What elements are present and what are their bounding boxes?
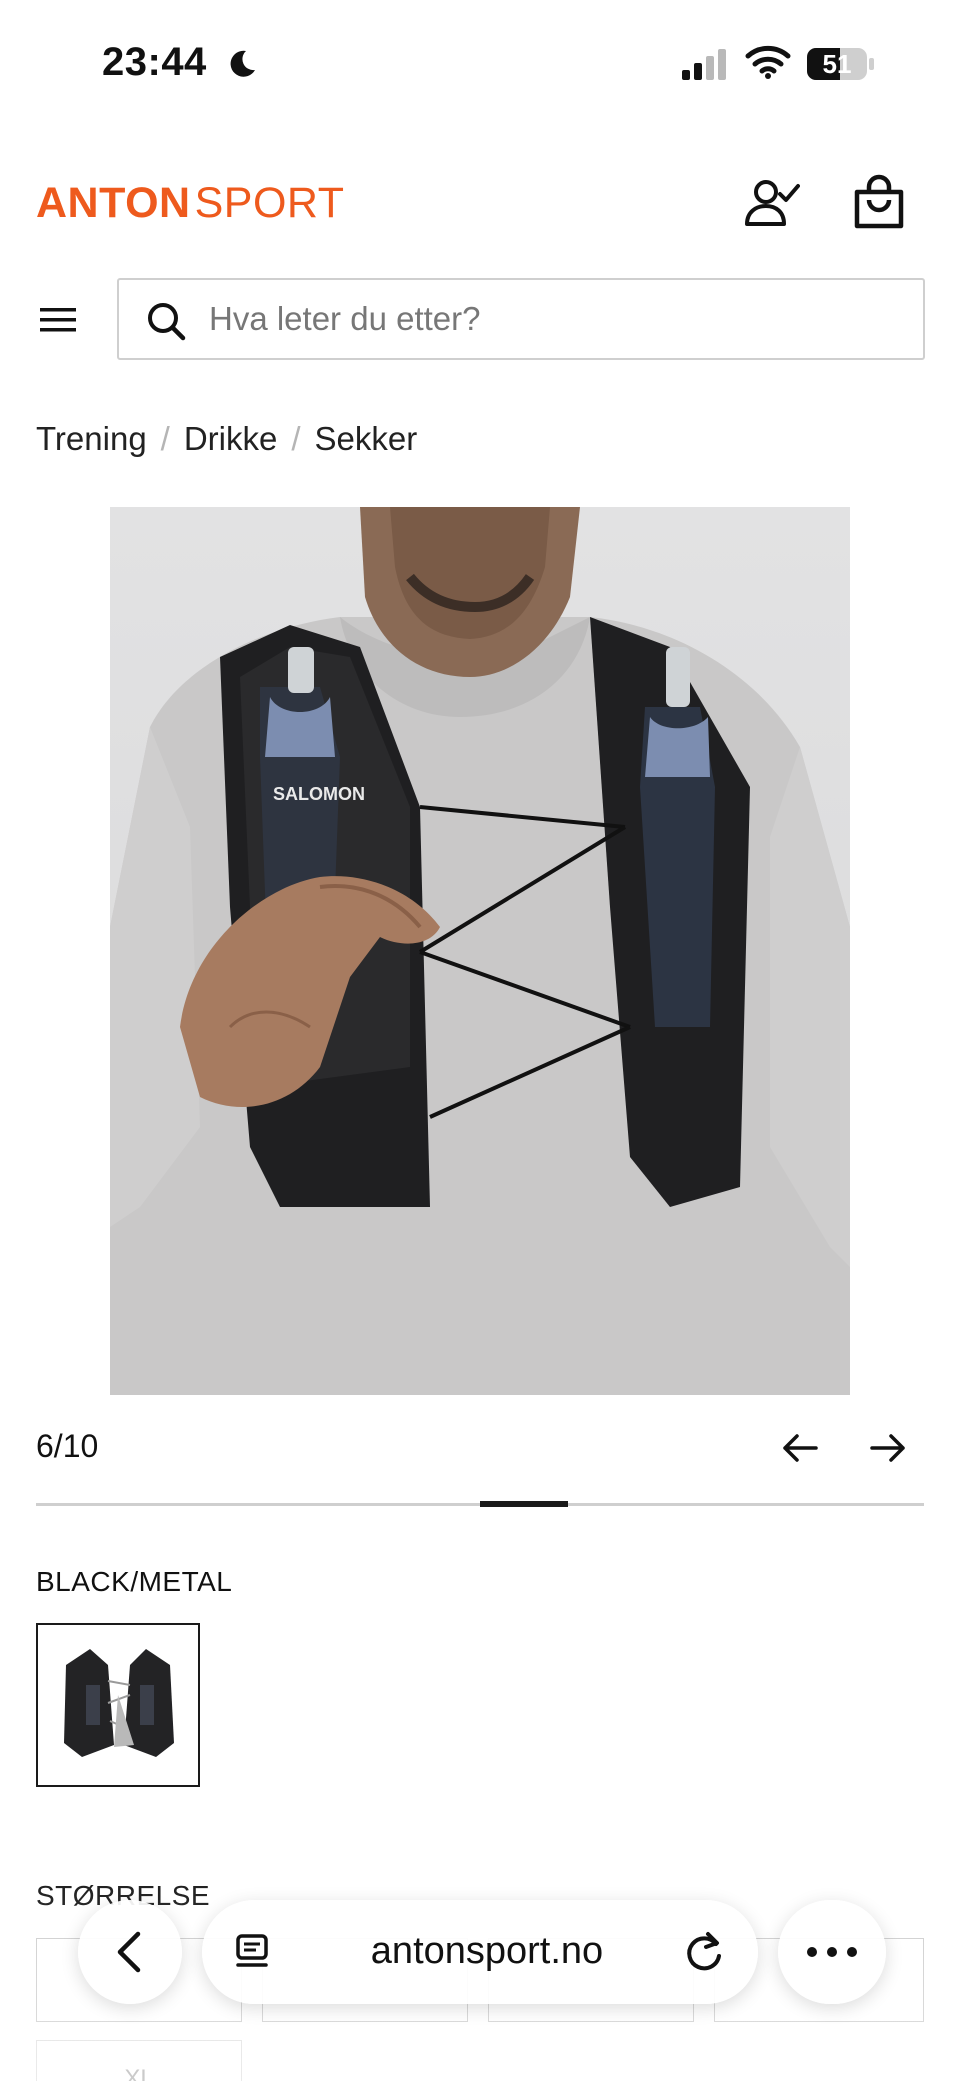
status-bar: 23:44 51 xyxy=(0,0,960,130)
shopping-bag-icon[interactable] xyxy=(852,174,906,230)
logo[interactable]: ANTON SPORT xyxy=(36,178,344,228)
chevron-left-icon xyxy=(117,1931,141,1973)
account-icon[interactable] xyxy=(744,176,800,230)
carousel-progress-thumb xyxy=(480,1501,568,1507)
product-image[interactable]: SALOMON xyxy=(110,507,850,1395)
image-counter: 6/10 xyxy=(36,1428,99,1464)
moon-icon xyxy=(230,50,255,77)
breadcrumb-item-drikke[interactable]: Drikke xyxy=(184,420,278,458)
breadcrumb: Trening / Drikke / Sekker xyxy=(36,420,417,458)
signal-icon xyxy=(682,49,726,80)
arrow-left-icon[interactable] xyxy=(780,1430,820,1466)
battery-level: 51 xyxy=(822,49,852,79)
browser-address-bar[interactable]: antonsport.no xyxy=(202,1900,758,2004)
tabs-icon[interactable] xyxy=(232,1932,272,1972)
breadcrumb-item-sekker[interactable]: Sekker xyxy=(315,420,418,458)
arrow-right-icon[interactable] xyxy=(868,1430,908,1466)
product-photo: SALOMON xyxy=(110,507,850,1395)
browser-more-button[interactable] xyxy=(778,1900,886,2004)
browser-url[interactable]: antonsport.no xyxy=(342,1930,632,1973)
color-swatch-black-metal[interactable] xyxy=(36,1623,200,1787)
menu-icon[interactable] xyxy=(36,300,82,340)
browser-back-button[interactable] xyxy=(78,1900,182,2004)
status-time: 23:44 xyxy=(102,40,207,84)
swatch-vest-image xyxy=(64,1649,174,1757)
wifi-icon xyxy=(745,45,791,79)
breadcrumb-item-trening[interactable]: Trening xyxy=(36,420,147,458)
vest-brand-label: SALOMON xyxy=(273,784,365,804)
breadcrumb-separator: / xyxy=(160,420,170,457)
logo-bold-text: ANTON xyxy=(36,178,191,227)
search-input[interactable] xyxy=(209,280,909,358)
reload-icon[interactable] xyxy=(682,1930,726,1974)
color-label: BLACK/METAL xyxy=(36,1566,233,1597)
breadcrumb-separator: / xyxy=(291,420,301,457)
search-icon[interactable] xyxy=(145,300,187,342)
logo-light-text: SPORT xyxy=(194,178,345,227)
search-box[interactable] xyxy=(117,278,925,360)
more-icon xyxy=(807,1947,857,1957)
